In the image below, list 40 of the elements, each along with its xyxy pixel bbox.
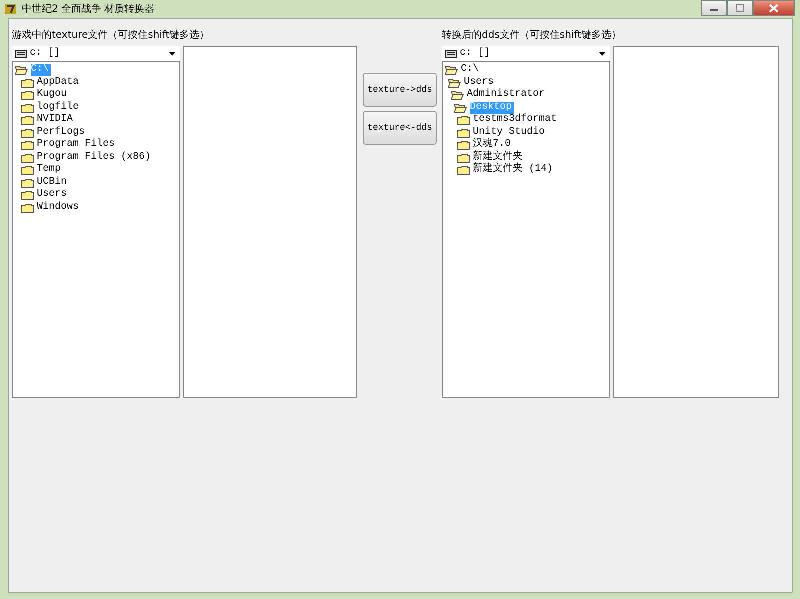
convert-button[interactable]: texture->dds <box>363 73 437 107</box>
drive-icon <box>15 50 27 58</box>
convert-button[interactable]: texture<-dds <box>363 111 437 145</box>
folder-item[interactable]: Unity Studio <box>473 126 548 139</box>
drive-value: c: [] <box>30 48 62 59</box>
close-button[interactable] <box>753 0 795 16</box>
folder-item[interactable]: Program Files <box>37 139 118 152</box>
drive-icon <box>445 50 457 58</box>
folder-tree[interactable]: C:\ AppData Kugou logfile NVIDIA PerfLogs Program Files Program Files (x86) Temp UCBin Users Windows <box>12 61 180 398</box>
folder-item[interactable]: C:\ <box>461 64 482 76</box>
caret-icon <box>169 52 176 56</box>
app-icon <box>4 2 18 16</box>
drive-dropdown[interactable]: c: [] <box>442 46 610 61</box>
folder-item[interactable]: Windows <box>37 202 82 214</box>
folder-item[interactable]: testms3dformat <box>473 114 560 126</box>
folder-item[interactable]: 新建文件夹 <box>473 152 525 164</box>
folder-item[interactable]: 新建文件夹 (14) <box>473 164 556 176</box>
drive-value: c: [] <box>460 48 492 59</box>
folder-item[interactable]: Temp <box>37 164 64 176</box>
folder-item[interactable]: Administrator <box>467 89 548 102</box>
folder-item[interactable]: logfile <box>37 102 82 114</box>
folder-item[interactable]: Kugou <box>37 89 70 102</box>
folder-item[interactable]: NVIDIA <box>37 114 76 126</box>
minimize-button[interactable] <box>701 0 727 16</box>
pane-label: 游戏中的texture文件（可按住shift键多选） <box>12 29 211 43</box>
folder-item[interactable]: Program Files (x86) <box>37 152 154 164</box>
folder-item[interactable]: AppData <box>37 76 82 89</box>
drive-dropdown[interactable]: c: [] <box>12 46 180 61</box>
folder-item[interactable]: PerfLogs <box>37 126 88 139</box>
folder-item[interactable]: Users <box>37 189 70 202</box>
maximize-icon <box>735 4 745 12</box>
folder-item[interactable]: 汉魂7.0 <box>473 139 514 152</box>
folder-item[interactable]: Users <box>464 76 496 89</box>
maximize-button[interactable] <box>727 0 753 16</box>
folder-item[interactable]: UCBin <box>37 176 70 189</box>
close-icon <box>769 4 779 12</box>
window-title: 中世纪2 全面战争 材质转换器 <box>22 2 155 16</box>
pane-label: 转换后的dds文件（可按住shift键多选） <box>442 29 622 43</box>
folder-tree[interactable]: C:\ Users Administrator Desktop testms3dformat Unity Studio 汉魂7.0 新建文件夹 新建文件夹 (14) <box>442 61 610 398</box>
caret-icon <box>599 52 606 56</box>
